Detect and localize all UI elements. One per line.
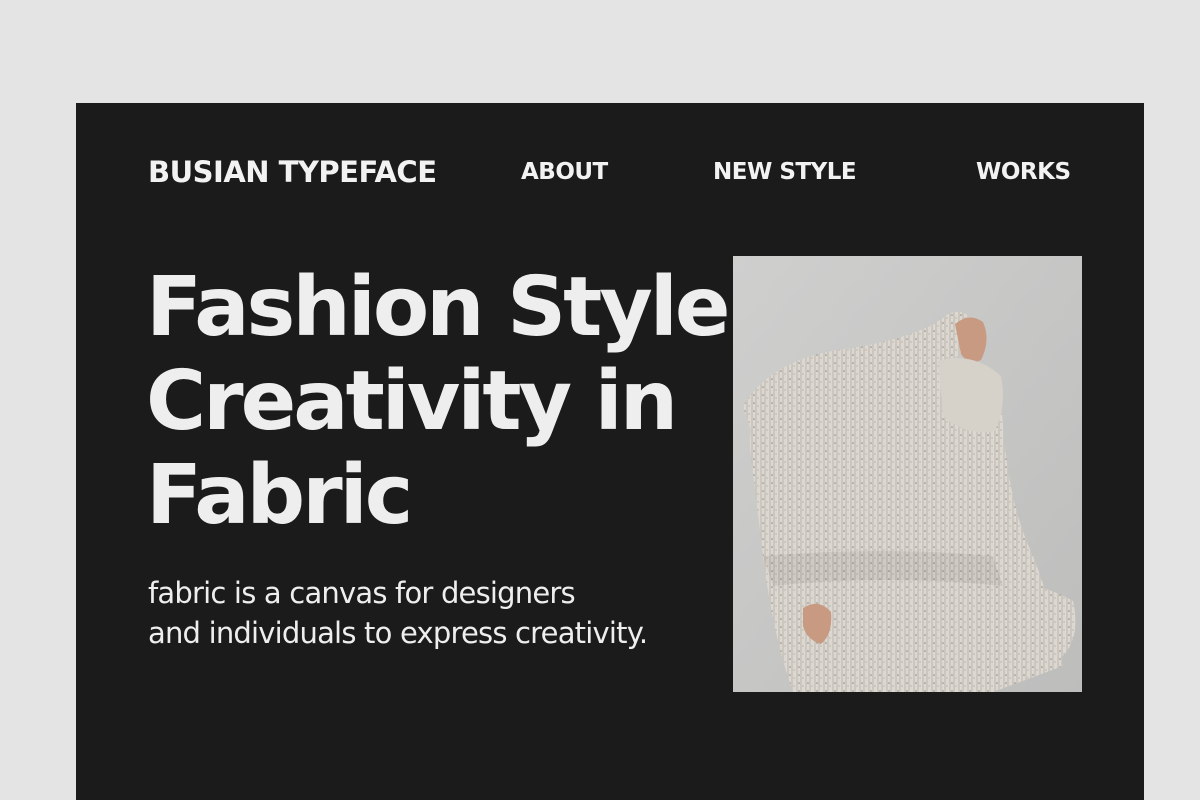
tagline-line-1: fabric is a canvas for designers — [148, 576, 576, 610]
hero-panel: BUSIAN TYPEFACE ABOUT NEW STYLE WORKS Fa… — [76, 103, 1144, 800]
hero-photo-sweater — [733, 256, 1082, 692]
brand-logo-text[interactable]: BUSIAN TYPEFACE — [148, 155, 437, 189]
headline-line-1: Fashion Style — [146, 260, 731, 355]
tagline-line-2: and individuals to express creativity. — [148, 616, 648, 650]
page: BUSIAN TYPEFACE ABOUT NEW STYLE WORKS Fa… — [0, 0, 1200, 800]
headline-line-2: Creativity in — [146, 354, 678, 449]
hero-headline: Fashion Style Creativity in Fabric — [146, 260, 731, 543]
nav-link-about[interactable]: ABOUT — [521, 159, 608, 185]
nav-link-new-style[interactable]: NEW STYLE — [713, 159, 857, 185]
hero-tagline: fabric is a canvas for designers and ind… — [148, 573, 648, 653]
nav-link-works[interactable]: WORKS — [976, 159, 1071, 185]
headline-line-3: Fabric — [146, 448, 413, 543]
sweater-illustration — [733, 256, 1082, 692]
